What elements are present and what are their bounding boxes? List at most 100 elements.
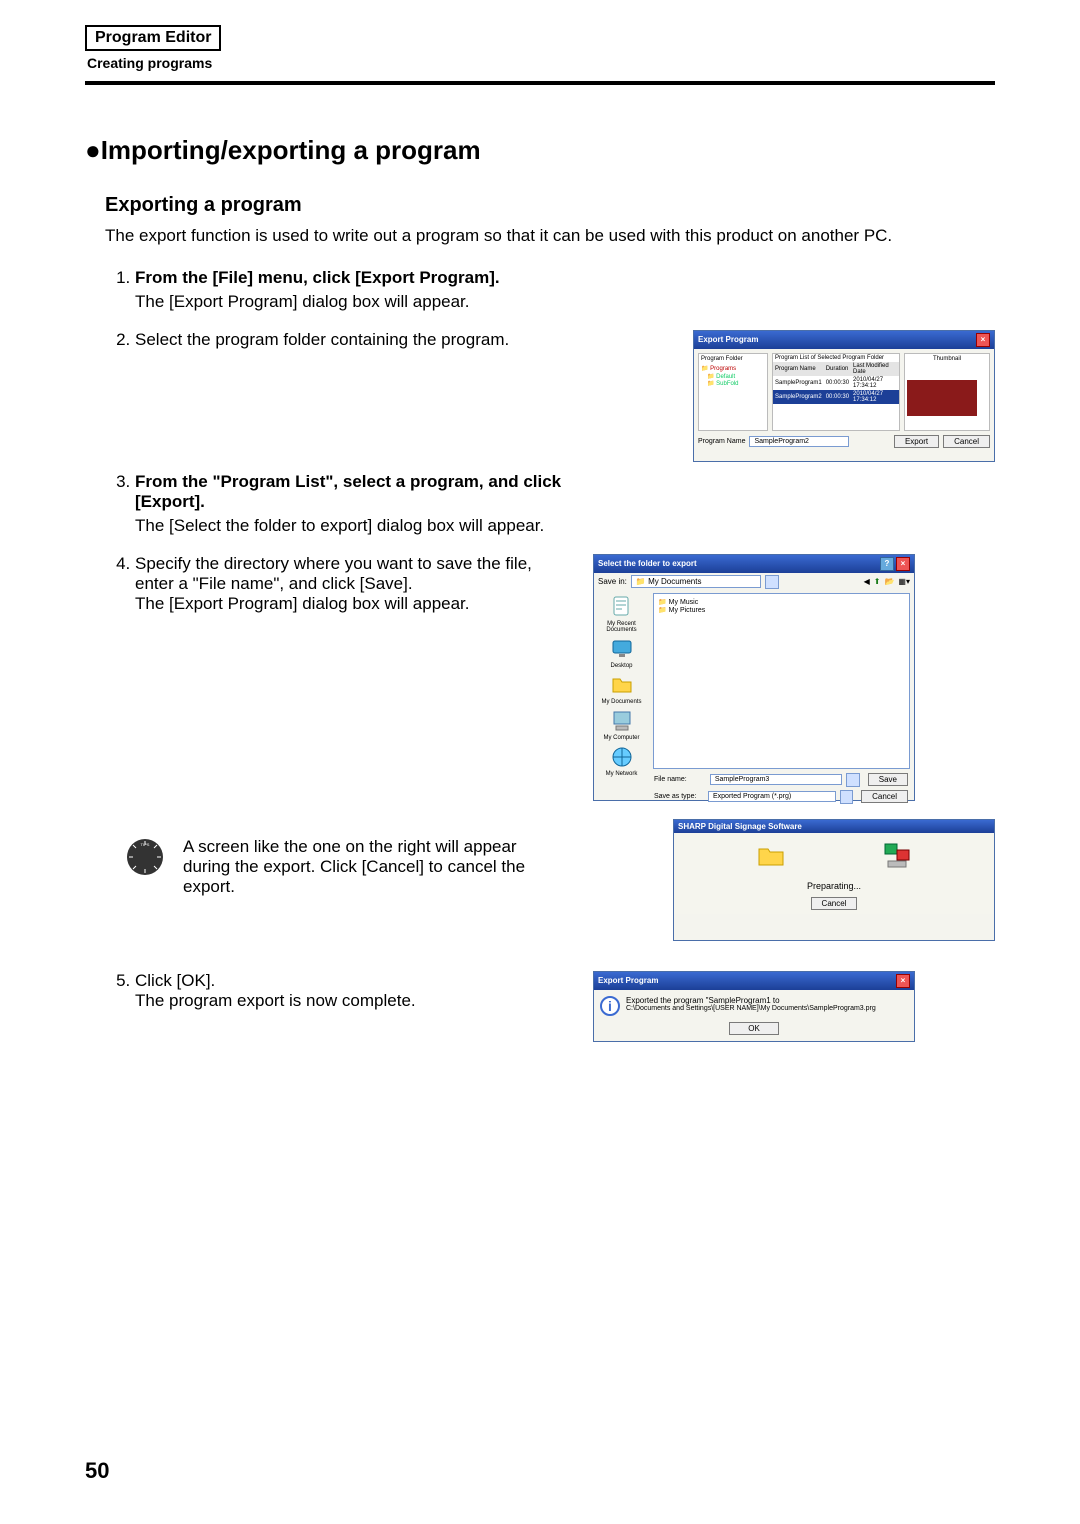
back-icon[interactable]: ◀: [864, 577, 870, 586]
d4-titlebar: Export Program ×: [594, 972, 914, 990]
header-subtitle: Creating programs: [87, 55, 995, 71]
d1-col-name: Program Name: [773, 362, 824, 376]
d1-r0-n: SampleProgram1: [773, 376, 824, 390]
d2-sb-1[interactable]: Desktop: [594, 663, 649, 669]
select-folder-dialog: Select the folder to export ? × Save in:…: [593, 554, 915, 801]
cancel-button[interactable]: Cancel: [811, 897, 858, 910]
steps-list: From the [File] menu, click [Export Prog…: [105, 268, 995, 801]
step-3-head: From the "Program List", select a progra…: [135, 472, 575, 512]
d1-program-folder-tree[interactable]: Program Folder 📁 Programs 📁 Default 📁 Su…: [698, 353, 768, 431]
step-2-head: Select the program folder containing the…: [135, 330, 675, 350]
section-title: ●Importing/exporting a program: [85, 135, 995, 166]
chevron-down-icon[interactable]: [846, 773, 859, 787]
d1-r1-d: 00:00:30: [824, 390, 851, 404]
step-4: Specify the directory where you want to …: [135, 554, 995, 801]
d4-title: Export Program: [598, 976, 658, 985]
d1-r1-m: 2010/04/27 17:34:12: [851, 390, 899, 404]
cancel-button[interactable]: Cancel: [943, 435, 990, 448]
save-button[interactable]: Save: [868, 773, 908, 786]
d2-sb-0[interactable]: My Recent Documents: [594, 621, 649, 633]
mynetwork-icon[interactable]: [610, 745, 634, 769]
step-5-body: The program export is now complete.: [135, 991, 575, 1011]
table-row[interactable]: SampleProgram2 00:00:30 2010/04/27 17:34…: [773, 390, 899, 404]
info-icon: i: [600, 996, 620, 1016]
page-number: 50: [85, 1458, 109, 1484]
step-5-head: Click [OK].: [135, 971, 575, 991]
table-row[interactable]: SampleProgram1 00:00:30 2010/04/27 17:34…: [773, 376, 899, 390]
d1-tree-0[interactable]: Programs: [710, 366, 736, 372]
d1-program-list[interactable]: Program List of Selected Program Folder …: [772, 353, 900, 431]
d1-r0-m: 2010/04/27 17:34:12: [851, 376, 899, 390]
d1-r0-d: 00:00:30: [824, 376, 851, 390]
d2-sb-4[interactable]: My Network: [594, 771, 649, 777]
d3-status: Preparating...: [678, 881, 990, 891]
newfolder-icon[interactable]: 📂: [884, 577, 894, 586]
mycomputer-icon[interactable]: [610, 709, 634, 733]
d1-tree-1[interactable]: Default: [716, 374, 735, 380]
close-icon[interactable]: ×: [976, 333, 990, 347]
d1-thumbnail-image: [907, 380, 977, 416]
step-3-body: The [Select the folder to export] dialog…: [135, 516, 995, 536]
chevron-down-icon[interactable]: [840, 790, 853, 804]
step-2: Select the program folder containing the…: [135, 330, 995, 462]
header-divider: [85, 81, 995, 85]
recent-docs-icon[interactable]: [610, 595, 634, 619]
step-1-body: The [Export Program] dialog box will app…: [135, 292, 995, 312]
d1-tree-2[interactable]: SubFold: [716, 381, 738, 387]
header: Program Editor Creating programs: [85, 25, 995, 85]
d1-pn-label: Program Name: [698, 438, 745, 445]
d1-titlebar: Export Program ×: [694, 331, 994, 349]
export-complete-dialog: Export Program × i Exported the program …: [593, 971, 915, 1042]
page: Program Editor Creating programs ●Import…: [0, 0, 1080, 1524]
d1-pf-label: Program Folder: [701, 356, 765, 364]
d2-file-panel[interactable]: 📁 My Music 📁 My Pictures: [653, 593, 910, 769]
d1-thumbnail-panel: Thumbnail: [904, 353, 990, 431]
d2-fn-label: File name:: [654, 776, 706, 783]
cancel-button[interactable]: Cancel: [861, 790, 908, 803]
d2-sb-3[interactable]: My Computer: [594, 735, 649, 741]
d4-line2: C:\Documents and Settings\[USER NAME]\My…: [626, 1005, 876, 1012]
d3-titlebar: SHARP Digital Signage Software: [674, 820, 994, 833]
d4-line1: Exported the program "SampleProgram1 to: [626, 996, 876, 1005]
d1-col-dur: Duration: [824, 362, 851, 376]
export-program-dialog: Export Program × Program Folder 📁 Progra…: [693, 330, 995, 462]
step-3: From the "Program List", select a progra…: [135, 472, 995, 536]
views-icon[interactable]: ▦▾: [898, 577, 910, 586]
d1-col-mod: Last Modified Date: [851, 362, 899, 376]
d2-savetype-field[interactable]: Exported Program (*.prg): [708, 791, 836, 802]
help-icon[interactable]: ?: [880, 557, 894, 571]
d2-titlebar: Select the folder to export ? ×: [594, 555, 914, 573]
d2-sidebar: My Recent Documents Desktop My Documents…: [594, 591, 649, 771]
export-intro: The export function is used to write out…: [105, 225, 995, 248]
tips-note: TIPS A screen like the one on the right …: [125, 837, 655, 897]
close-icon[interactable]: ×: [896, 557, 910, 571]
d1-r1-n: SampleProgram2: [773, 390, 824, 404]
export-button[interactable]: Export: [894, 435, 939, 448]
d2-file-0[interactable]: My Music: [669, 599, 699, 606]
d2-file-1[interactable]: My Pictures: [669, 607, 706, 614]
header-title-box: Program Editor: [85, 25, 221, 51]
d1-list-label: Program List of Selected Program Folder: [773, 354, 899, 362]
mydocs-icon[interactable]: [610, 673, 634, 697]
d2-filename-field[interactable]: SampleProgram3: [710, 774, 843, 785]
d2-sb-2[interactable]: My Documents: [594, 699, 649, 705]
preparing-dialog: SHARP Digital Signage Software Preparati…: [673, 819, 995, 941]
step-4-head: Specify the directory where you want to …: [135, 554, 575, 594]
close-icon[interactable]: ×: [896, 974, 910, 988]
ok-button[interactable]: OK: [729, 1022, 779, 1035]
step-5: Click [OK]. The program export is now co…: [135, 971, 995, 1042]
step-1-head: From the [File] menu, click [Export Prog…: [135, 268, 995, 288]
chevron-down-icon[interactable]: [765, 575, 779, 589]
d1-program-name-field[interactable]: SampleProgram2: [749, 436, 849, 447]
step-4-body: The [Export Program] dialog box will app…: [135, 594, 575, 614]
d2-savein-value: My Documents: [648, 577, 701, 586]
up-icon[interactable]: ⬆: [874, 577, 881, 586]
d1-title: Export Program: [698, 335, 758, 344]
computers-icon: [884, 843, 910, 869]
d3-title: SHARP Digital Signage Software: [678, 822, 802, 831]
d2-savein-field[interactable]: 📁 My Documents: [631, 575, 761, 588]
tips-icon: TIPS: [125, 837, 165, 877]
folder-icon: [758, 845, 784, 867]
desktop-icon[interactable]: [610, 637, 634, 661]
export-title: Exporting a program: [105, 194, 995, 217]
